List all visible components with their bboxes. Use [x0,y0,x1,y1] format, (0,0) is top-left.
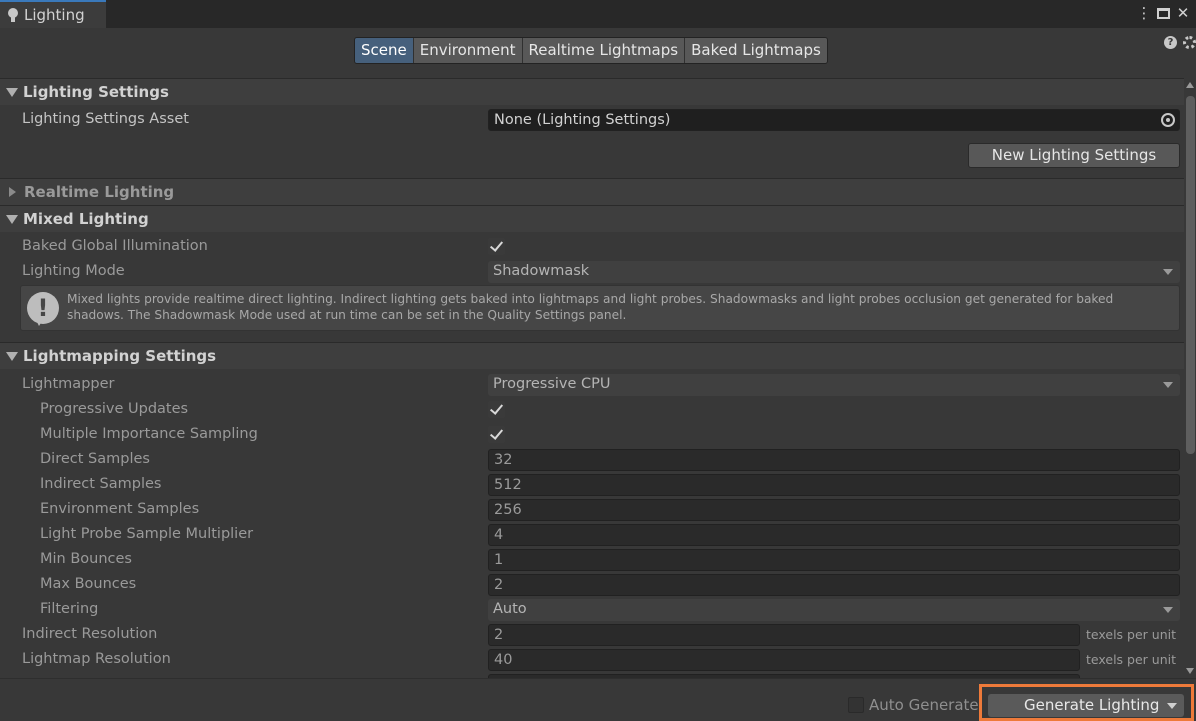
section-mixed-lighting[interactable]: Mixed Lighting [0,205,1184,232]
tab-title: Lighting [24,6,85,24]
scrollbar-thumb[interactable] [1186,96,1195,454]
auto-generate-checkbox[interactable] [848,697,864,713]
row-multiple-importance-sampling: Multiple Importance Sampling [0,422,1184,447]
field-label: Progressive Updates [40,401,189,417]
tab-realtime-lightmaps[interactable]: Realtime Lightmaps [521,38,685,63]
tab-environment[interactable]: Environment [412,38,522,63]
indirect-samples-field[interactable]: 512 [488,474,1180,496]
max-bounces-field[interactable]: 2 [488,574,1180,596]
row-progressive-updates: Progressive Updates [0,397,1184,422]
warning-helpbox: ! Mixed lights provide realtime direct l… [20,285,1180,331]
field-label: Lightmapper [22,376,115,392]
light-probe-multiplier-field[interactable]: 4 [488,524,1180,546]
row-baked-global-illumination: Baked Global Illumination [0,234,1184,259]
help-icon[interactable]: ? [1164,36,1177,49]
foldout-expanded-icon [6,214,18,224]
foldout-expanded-icon [6,351,18,361]
scroll-down-icon[interactable] [1186,668,1194,674]
close-icon[interactable]: ✕ [1174,0,1192,26]
unit-label: texels per unit [1086,627,1176,642]
tab-scene[interactable]: Scene [355,38,413,63]
generate-lighting-label: Generate Lighting [1024,696,1160,714]
generate-lighting-button[interactable]: Generate Lighting [988,694,1184,717]
tab-baked-lightmaps[interactable]: Baked Lightmaps [684,38,827,63]
maximize-icon[interactable] [1157,7,1170,19]
field-label: Max Bounces [40,576,137,592]
row-indirect-resolution: Indirect Resolution 2 texels per unit [0,622,1184,647]
object-picker-icon[interactable] [1161,113,1175,127]
progressive-updates-checkbox[interactable] [488,401,505,418]
auto-generate-label: Auto Generate [869,696,979,714]
row-lightmap-resolution: Lightmap Resolution 40 texels per unit [0,647,1184,672]
baked-gi-checkbox[interactable] [488,238,505,255]
field-label: Environment Samples [40,501,200,517]
settings-icon[interactable] [1183,36,1196,49]
filtering-dropdown[interactable]: Auto [488,599,1180,621]
row-lighting-settings-asset: Lighting Settings Asset None (Lighting S… [0,107,1184,132]
chevron-down-icon[interactable] [1167,703,1177,709]
toolbar-icons: ? [1164,36,1196,49]
lightbulb-icon [8,7,19,23]
mis-checkbox[interactable] [488,426,505,443]
row-light-probe-sample-multiplier: Light Probe Sample Multiplier 4 [0,522,1184,547]
section-title: Lighting Settings [23,83,169,101]
view-tabs: Scene Environment Realtime Lightmaps Bak… [354,37,828,64]
indirect-resolution-field[interactable]: 2 [488,624,1080,646]
direct-samples-field[interactable]: 32 [488,449,1180,471]
row-lighting-mode: Lighting Mode Shadowmask [0,259,1184,284]
row-environment-samples: Environment Samples 256 [0,497,1184,522]
environment-samples-field[interactable]: 256 [488,499,1180,521]
row-max-bounces: Max Bounces 2 [0,572,1184,597]
lighting-toolbar: Scene Environment Realtime Lightmaps Bak… [0,28,1196,78]
inspector-content: Lighting Settings Lighting Settings Asse… [0,78,1184,678]
foldout-collapsed-icon [9,187,16,197]
new-lighting-settings-button[interactable]: New Lighting Settings [968,143,1180,168]
scroll-up-icon[interactable] [1186,82,1194,88]
foldout-expanded-icon [6,87,18,97]
lightmap-resolution-field[interactable]: 40 [488,649,1080,671]
field-label: Indirect Resolution [22,626,158,642]
row-min-bounces: Min Bounces 1 [0,547,1184,572]
row-filtering: Filtering Auto [0,597,1184,622]
auto-generate-toggle[interactable]: Auto Generate [848,696,979,714]
more-options-icon[interactable]: ⋮ [1135,0,1153,26]
section-title: Realtime Lighting [24,183,175,201]
field-label: Lightmap Resolution [22,651,171,667]
lighting-settings-asset-field[interactable]: None (Lighting Settings) [488,109,1180,131]
asset-value: None (Lighting Settings) [494,112,671,128]
section-title: Lightmapping Settings [23,347,217,365]
window-controls: ⋮ ✕ [1135,0,1196,26]
unit-label: texels per unit [1086,652,1176,667]
section-lighting-settings[interactable]: Lighting Settings [0,78,1184,105]
section-realtime-lighting[interactable]: Realtime Lighting [0,178,1184,205]
field-label: Light Probe Sample Multiplier [40,526,254,542]
lighting-mode-dropdown[interactable]: Shadowmask [488,261,1180,283]
row-indirect-samples: Indirect Samples 512 [0,472,1184,497]
field-label: Lighting Mode [22,263,125,279]
min-bounces-field[interactable]: 1 [488,549,1180,571]
field-label: Lighting Settings Asset [22,111,189,127]
lightmapper-dropdown[interactable]: Progressive CPU [488,374,1180,396]
generate-lighting-highlight: Generate Lighting [979,684,1194,721]
warning-icon: ! [27,292,59,326]
field-label: Multiple Importance Sampling [40,426,258,442]
row-direct-samples: Direct Samples 32 [0,447,1184,472]
tab-lighting[interactable]: Lighting [0,0,106,28]
field-label: Indirect Samples [40,476,162,492]
bottom-bar: Auto Generate Generate Lighting [0,678,1196,721]
field-label: Filtering [40,601,99,617]
section-title: Mixed Lighting [23,210,149,228]
helpbox-text: Mixed lights provide realtime direct lig… [67,292,1114,322]
field-label: Min Bounces [40,551,132,567]
field-label: Baked Global Illumination [22,238,208,254]
vertical-scrollbar[interactable] [1184,78,1196,678]
field-label: Direct Samples [40,451,150,467]
window-titlebar: Lighting ⋮ ✕ [0,0,1196,28]
section-lightmapping-settings[interactable]: Lightmapping Settings [0,342,1184,369]
row-lightmapper: Lightmapper Progressive CPU [0,372,1184,397]
